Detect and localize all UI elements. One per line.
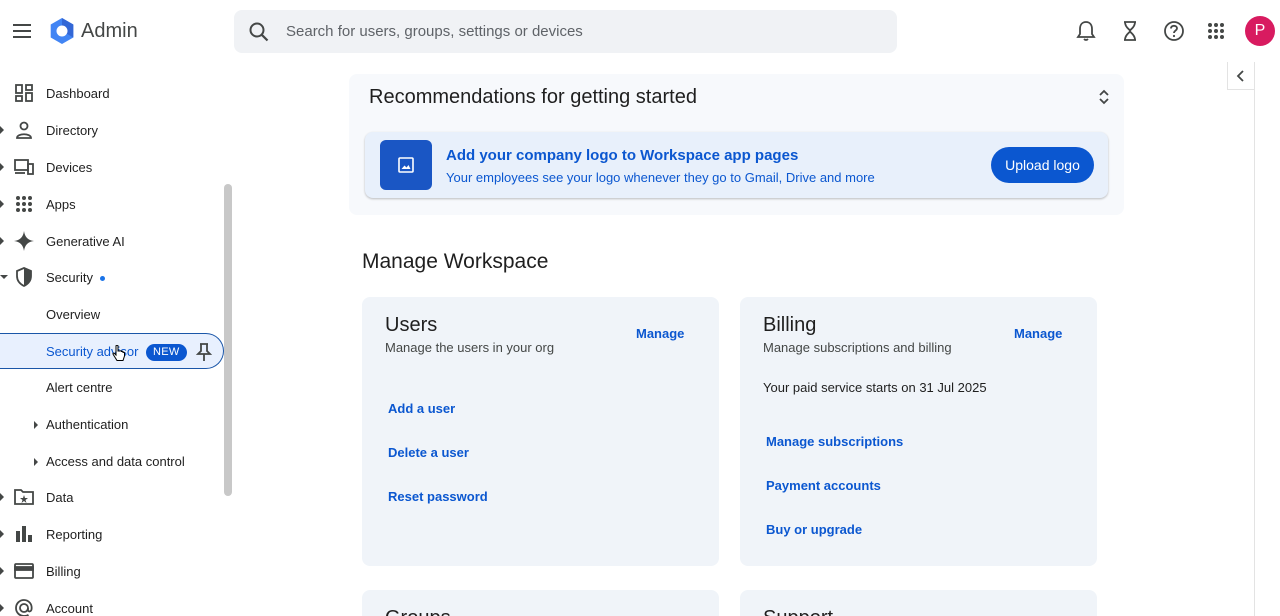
reset-password-link[interactable]: Reset password — [388, 489, 488, 504]
hourglass-icon[interactable] — [1119, 20, 1141, 42]
expand-caret-icon[interactable] — [0, 493, 4, 501]
bar-chart-icon — [13, 523, 35, 545]
avatar[interactable]: P — [1245, 16, 1275, 46]
sidebar-item-label: Overview — [46, 306, 101, 322]
recommendations-card: Recommendations for getting started Add … — [349, 74, 1124, 215]
billing-card: Billing Manage subscriptions and billing… — [740, 297, 1097, 566]
card-subtitle: Manage subscriptions and billing — [763, 340, 952, 355]
expand-caret-icon[interactable] — [34, 458, 38, 466]
users-manage-link[interactable]: Manage — [636, 326, 684, 341]
apps-grid-icon — [13, 193, 35, 215]
sidebar-item-label: Data — [46, 489, 74, 505]
admin-logo-icon[interactable] — [48, 17, 76, 45]
recommendations-title: Recommendations for getting started — [369, 86, 697, 108]
top-bar: Admin P — [0, 0, 1280, 62]
sidebar-item-label: Generative AI — [46, 233, 125, 249]
logo-upload-banner: Add your company logo to Workspace app p… — [365, 132, 1108, 198]
sidebar-item-account[interactable]: Account — [0, 590, 224, 616]
card-title: Users — [385, 314, 438, 336]
card-title: Groups — [385, 607, 451, 616]
folder-star-icon — [13, 486, 35, 508]
search-icon[interactable] — [248, 21, 270, 43]
sidebar-item-label: Account — [46, 600, 93, 616]
sidebar-item-label: Access and data control — [46, 453, 185, 469]
sidebar-item-generative-ai[interactable]: Generative AI — [0, 223, 224, 259]
manage-workspace-title: Manage Workspace — [362, 250, 549, 273]
delete-user-link[interactable]: Delete a user — [388, 445, 469, 460]
payment-accounts-link[interactable]: Payment accounts — [766, 478, 881, 493]
hand-cursor-icon — [112, 344, 126, 363]
search-bar[interactable] — [234, 10, 897, 53]
apps-grid-icon[interactable] — [1205, 20, 1227, 42]
sidebar-item-label: Alert centre — [46, 379, 113, 395]
users-card: Users Manage the users in your org Manag… — [362, 297, 719, 566]
sidebar-item-billing[interactable]: Billing — [0, 553, 224, 589]
billing-manage-link[interactable]: Manage — [1014, 326, 1062, 341]
sidebar-item-security[interactable]: Security — [0, 259, 224, 295]
sidebar-item-authentication[interactable]: Authentication — [0, 406, 224, 442]
sidebar-item-devices[interactable]: Devices — [0, 149, 224, 185]
image-icon — [380, 140, 432, 190]
at-sign-icon — [13, 597, 35, 616]
new-badge: NEW — [146, 344, 187, 361]
upload-logo-button[interactable]: Upload logo — [991, 147, 1094, 183]
dashboard-icon — [13, 82, 35, 104]
expand-collapse-icon[interactable] — [1097, 89, 1111, 105]
sidebar-item-alert-centre[interactable]: Alert centre — [0, 369, 224, 405]
help-icon[interactable] — [1163, 20, 1185, 42]
buy-upgrade-link[interactable]: Buy or upgrade — [766, 522, 862, 537]
admin-console: Admin P Dashboard Directory — [0, 0, 1280, 616]
sidebar-item-apps[interactable]: Apps — [0, 186, 224, 222]
notifications-icon[interactable] — [1075, 20, 1097, 42]
sidebar-item-access-data-control[interactable]: Access and data control — [0, 443, 224, 479]
expand-caret-icon[interactable] — [0, 126, 4, 134]
shield-icon — [13, 266, 35, 288]
expand-caret-icon[interactable] — [0, 200, 4, 208]
sidebar-item-label: Dashboard — [46, 85, 110, 101]
new-indicator-dot — [99, 275, 105, 281]
expand-caret-icon[interactable] — [0, 163, 4, 171]
pin-icon[interactable] — [195, 342, 213, 362]
banner-title: Add your company logo to Workspace app p… — [446, 147, 799, 164]
sidebar-item-label: Security — [46, 270, 105, 285]
person-icon — [13, 119, 35, 141]
paid-service-note: Your paid service starts on 31 Jul 2025 — [763, 380, 987, 395]
card-title: Billing — [763, 314, 817, 336]
sidebar-item-label: Billing — [46, 563, 81, 579]
sidebar-item-label: Apps — [46, 196, 76, 212]
sidebar-item-directory[interactable]: Directory — [0, 112, 224, 148]
add-user-link[interactable]: Add a user — [388, 401, 455, 416]
support-card: Support — [740, 590, 1097, 616]
card-subtitle: Manage the users in your org — [385, 340, 555, 355]
collapse-caret-icon[interactable] — [0, 275, 8, 279]
side-panel-divider — [1254, 62, 1255, 616]
sidebar-item-label: Reporting — [46, 526, 103, 542]
credit-card-icon — [13, 560, 35, 582]
groups-card: Groups — [362, 590, 719, 616]
sidebar-item-label: Directory — [46, 122, 99, 138]
expand-caret-icon[interactable] — [0, 604, 4, 612]
sidebar-item-dashboard[interactable]: Dashboard — [0, 75, 224, 111]
sidebar-item-reporting[interactable]: Reporting — [0, 516, 224, 552]
sidebar-item-overview[interactable]: Overview — [0, 296, 224, 332]
sidebar-item-label: Devices — [46, 159, 93, 175]
banner-description: Your employees see your logo whenever th… — [446, 170, 875, 185]
sidebar-item-label: Authentication — [46, 416, 129, 432]
search-input[interactable] — [286, 10, 876, 53]
side-panel-toggle-icon[interactable] — [1227, 62, 1255, 90]
expand-caret-icon[interactable] — [34, 421, 38, 429]
main-menu-icon[interactable] — [10, 19, 34, 43]
card-title: Support — [763, 607, 833, 616]
app-title[interactable]: Admin — [81, 20, 138, 43]
expand-caret-icon[interactable] — [0, 567, 4, 575]
expand-caret-icon[interactable] — [0, 530, 4, 538]
sidebar-scrollbar[interactable] — [224, 184, 232, 496]
sparkle-icon — [13, 230, 35, 252]
devices-icon — [13, 156, 35, 178]
expand-caret-icon[interactable] — [0, 237, 4, 245]
sidebar-item-data[interactable]: Data — [0, 479, 224, 515]
manage-subscriptions-link[interactable]: Manage subscriptions — [766, 434, 903, 449]
